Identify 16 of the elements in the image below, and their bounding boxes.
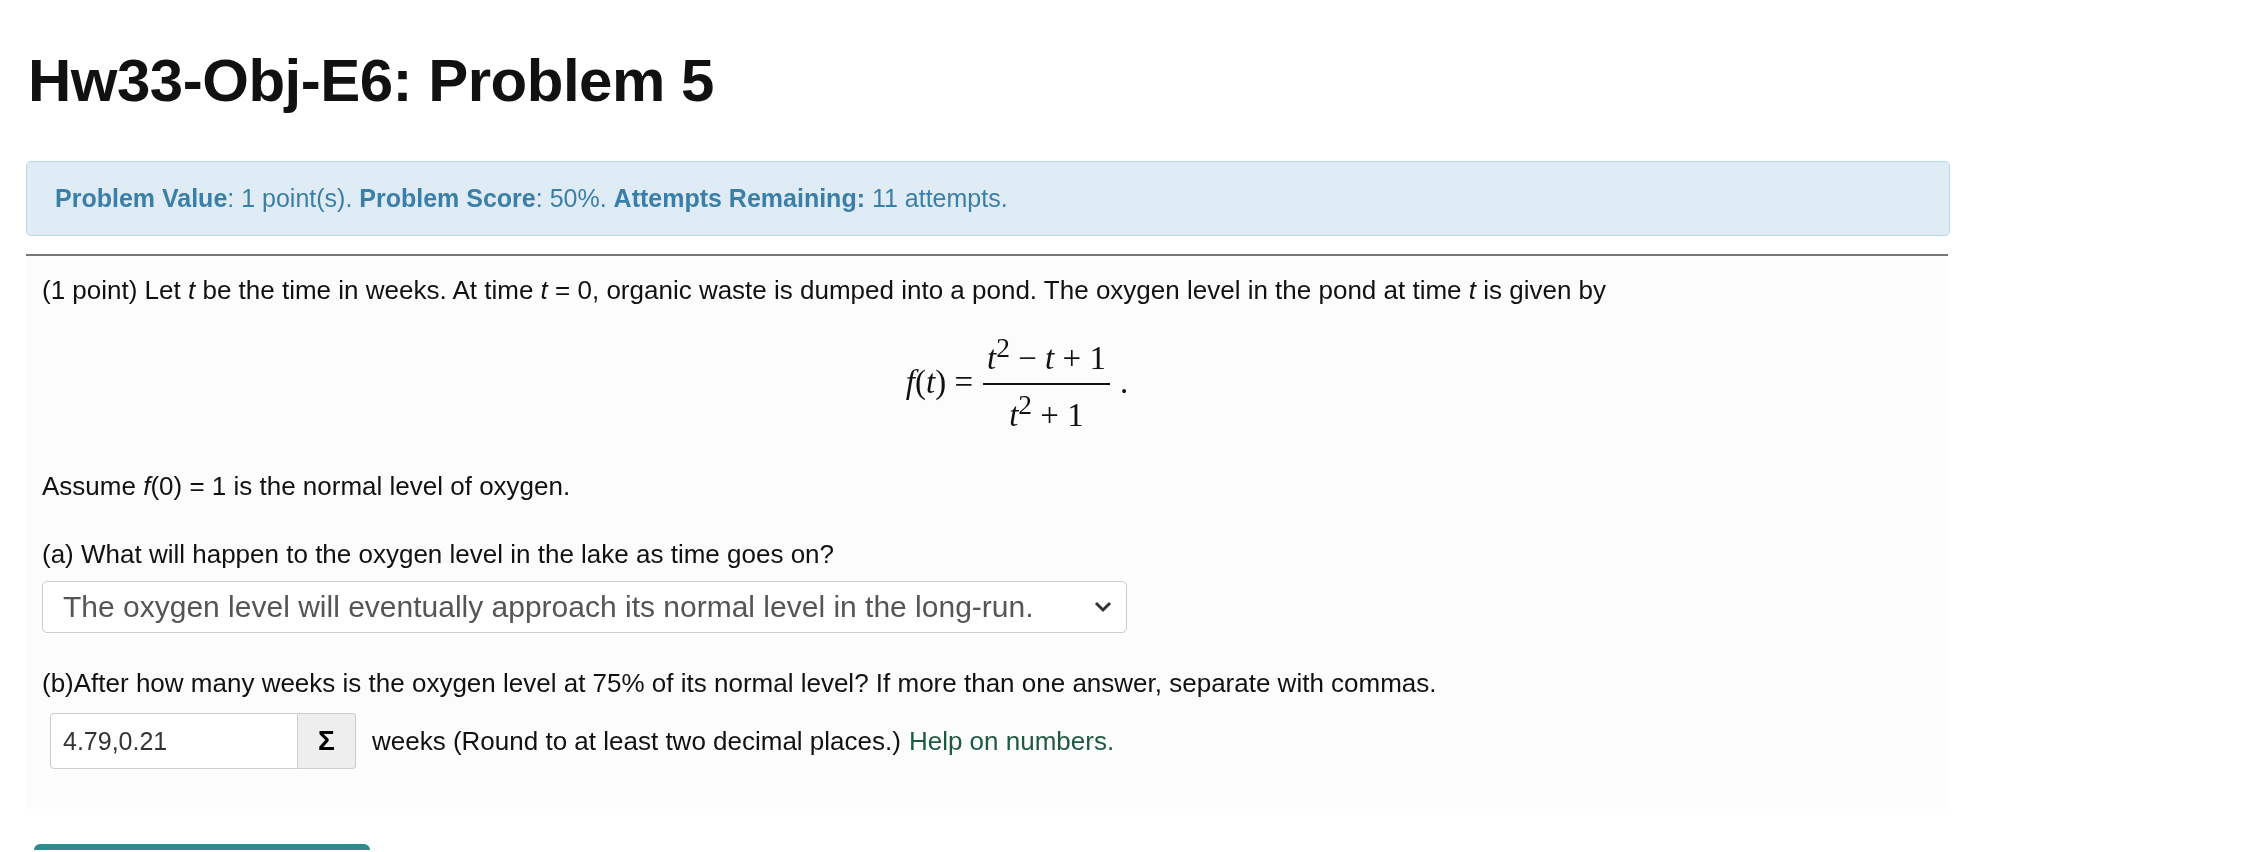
- unit-hint: weeks (Round to at least two decimal places.): [372, 725, 901, 757]
- question-text: (b)After how many weeks is the oxygen level at 75% of its normal level? If more than one answer, separate with commas.: [42, 667, 1438, 701]
- page-title: Hw33-Obj-E6: Problem 5: [28, 46, 715, 115]
- help-link[interactable]: Help on numbers.: [908, 725, 1115, 757]
- fraction-denominator: t$^{2}$ + 1: [1009, 387, 1084, 434]
- answer-dropdown[interactable]: The oxygen level will eventually approach its normal level in the long-run.: [42, 581, 1127, 634]
- fraction-numerator: t$^{2}$ − t + 1: [983, 331, 1110, 385]
- assumption-text: Assume f(0) = 1 is the normal level of oxygen.: [42, 469, 572, 503]
- problem-statement: (1 point) Let t be the time in weeks. At time t = 0, organic waste is dumped into a pond. The oxygen level in the pond at time t is given by: [42, 274, 1608, 307]
- info-banner: Problem Value: 1 point(s). Problem Score: 50%. Attempts Remaining: 11 attempts.: [26, 161, 1950, 236]
- formula-period: .: [1119, 364, 1129, 402]
- formula-lhs: f(t) =: [905, 364, 974, 402]
- answer-field[interactable]: 4.79,0.21: [50, 713, 298, 770]
- chevron-down-icon: [1094, 601, 1112, 614]
- equation-editor-button[interactable]: Σ: [298, 713, 356, 770]
- question-text: (a) What will happen to the oxygen level in the lake as time goes on?: [42, 537, 835, 571]
